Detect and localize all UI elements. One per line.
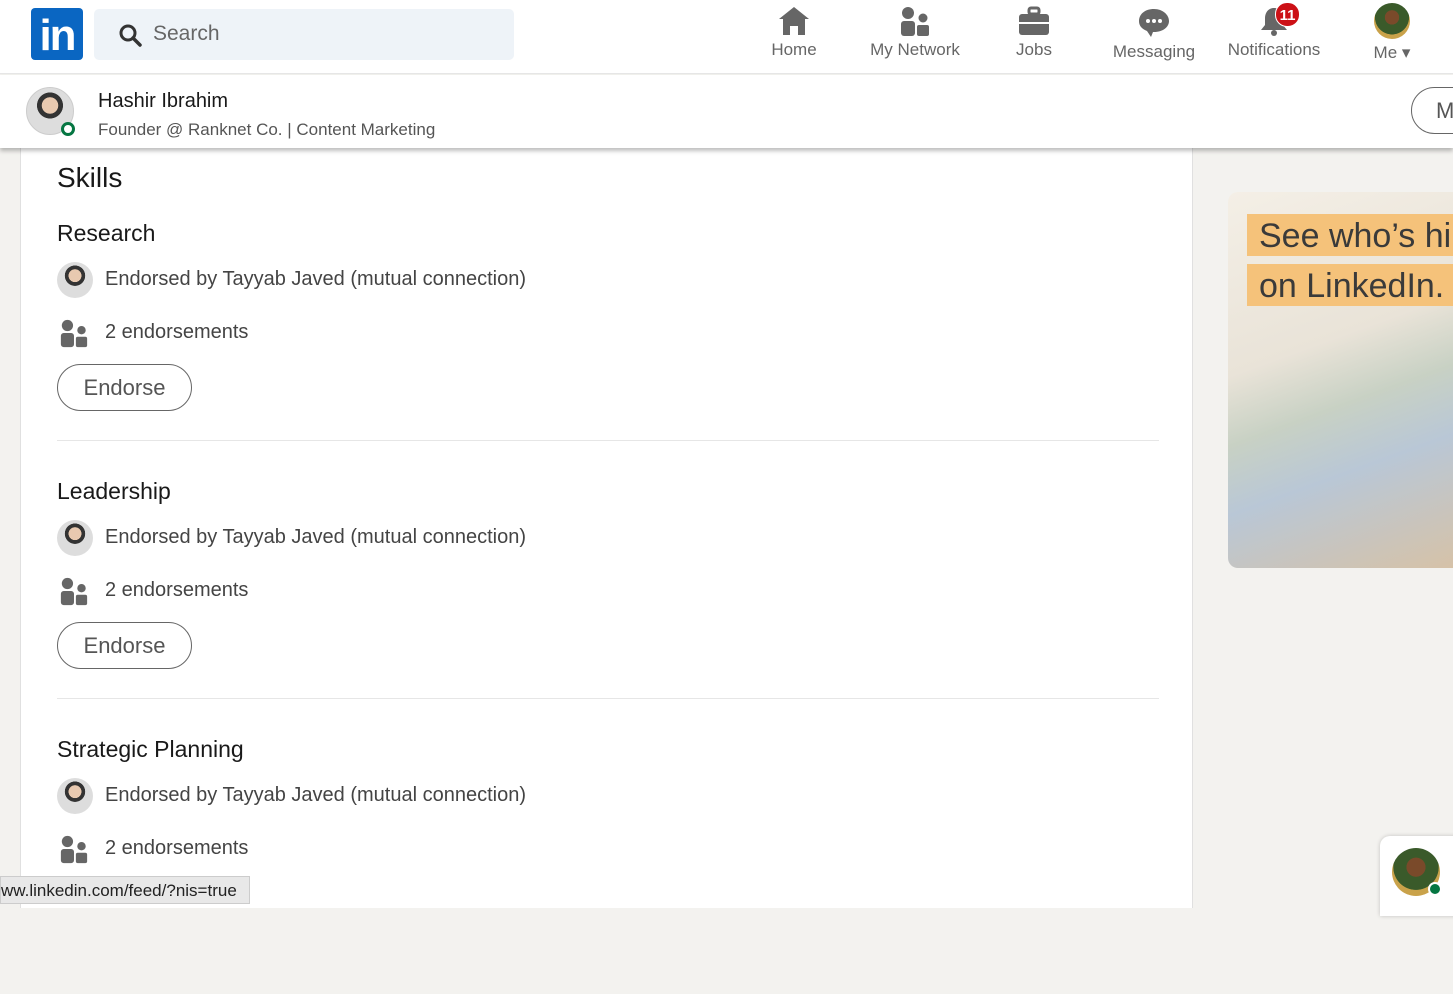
nav-label: Notifications — [1227, 40, 1321, 59]
people-icon — [60, 577, 88, 606]
nav-label: My Network — [870, 40, 960, 59]
briefcase-icon — [1019, 6, 1049, 35]
nav-label: Home — [771, 40, 817, 59]
divider — [57, 698, 1159, 699]
endorser-avatar[interactable] — [57, 520, 93, 556]
people-icon — [60, 319, 88, 348]
endorsement-count[interactable]: 2 endorsements — [105, 579, 248, 602]
chevron-down-icon: ▾ — [1401, 43, 1411, 62]
endorse-button[interactable]: Endorse — [57, 622, 192, 669]
profile-sticky-header: Hashir Ibrahim Founder @ Ranknet Co. | C… — [0, 75, 1453, 148]
online-status-icon — [61, 122, 75, 136]
skill-name[interactable]: Strategic Planning — [57, 736, 244, 763]
ad-headline-line2: on LinkedIn. — [1247, 264, 1453, 306]
network-icon — [901, 7, 929, 36]
endorsement-count[interactable]: 2 endorsements — [105, 837, 248, 860]
endorser-avatar[interactable] — [57, 262, 93, 298]
skill-name[interactable]: Leadership — [57, 478, 171, 505]
skill-name[interactable]: Research — [57, 220, 155, 247]
profile-name: Hashir Ibrahim — [98, 90, 229, 112]
nav-notifications[interactable]: 11 Notifications — [1220, 0, 1328, 74]
home-icon — [779, 7, 809, 35]
chat-icon — [1139, 9, 1169, 37]
endorse-button[interactable]: Endorse — [57, 364, 192, 411]
skill-item: Strategic Planning Endorsed by Tayyab Ja… — [57, 736, 1159, 994]
online-status-icon — [1428, 882, 1442, 896]
linkedin-logo[interactable]: in — [31, 8, 83, 60]
people-icon — [60, 835, 88, 864]
ad-headline-line1: See who’s hi — [1247, 214, 1453, 256]
endorsed-by-text[interactable]: Endorsed by Tayyab Javed (mutual connect… — [105, 268, 526, 291]
me-avatar — [1374, 3, 1410, 39]
endorsement-count[interactable]: 2 endorsements — [105, 321, 248, 344]
advertisement-banner[interactable]: See who’s hi on LinkedIn. — [1228, 192, 1453, 568]
skill-item: Research Endorsed by Tayyab Javed (mutua… — [57, 220, 1159, 478]
endorser-avatar[interactable] — [57, 778, 93, 814]
search-input[interactable]: Search — [94, 9, 514, 60]
skill-item: Leadership Endorsed by Tayyab Javed (mut… — [57, 478, 1159, 736]
nav-me[interactable]: Me ▾ — [1364, 0, 1420, 74]
search-placeholder: Search — [153, 22, 220, 45]
skills-card: Skills Research Endorsed by Tayyab Javed… — [20, 148, 1193, 908]
endorsed-by-text[interactable]: Endorsed by Tayyab Javed (mutual connect… — [105, 526, 526, 549]
nav-label: Messaging — [1112, 42, 1196, 61]
notification-badge: 11 — [1275, 2, 1300, 27]
search-icon — [119, 24, 142, 47]
status-bar-url: ww.linkedin.com/feed/?nis=true — [0, 876, 250, 904]
nav-home[interactable]: Home — [764, 0, 824, 74]
more-button[interactable]: M — [1411, 87, 1453, 134]
nav-jobs[interactable]: Jobs — [1008, 0, 1060, 74]
skills-title: Skills — [57, 162, 123, 193]
nav-label: Me — [1373, 43, 1398, 62]
endorsed-by-text[interactable]: Endorsed by Tayyab Javed (mutual connect… — [105, 784, 526, 807]
messaging-widget[interactable] — [1380, 836, 1453, 916]
divider — [57, 440, 1159, 441]
top-navigation: in Search Home My Network Jobs Messaging… — [0, 0, 1453, 74]
profile-headline: Founder @ Ranknet Co. | Content Marketin… — [98, 120, 436, 139]
nav-messaging[interactable]: Messaging — [1106, 0, 1202, 74]
nav-label: Jobs — [1016, 40, 1052, 59]
nav-my-network[interactable]: My Network — [860, 0, 970, 74]
